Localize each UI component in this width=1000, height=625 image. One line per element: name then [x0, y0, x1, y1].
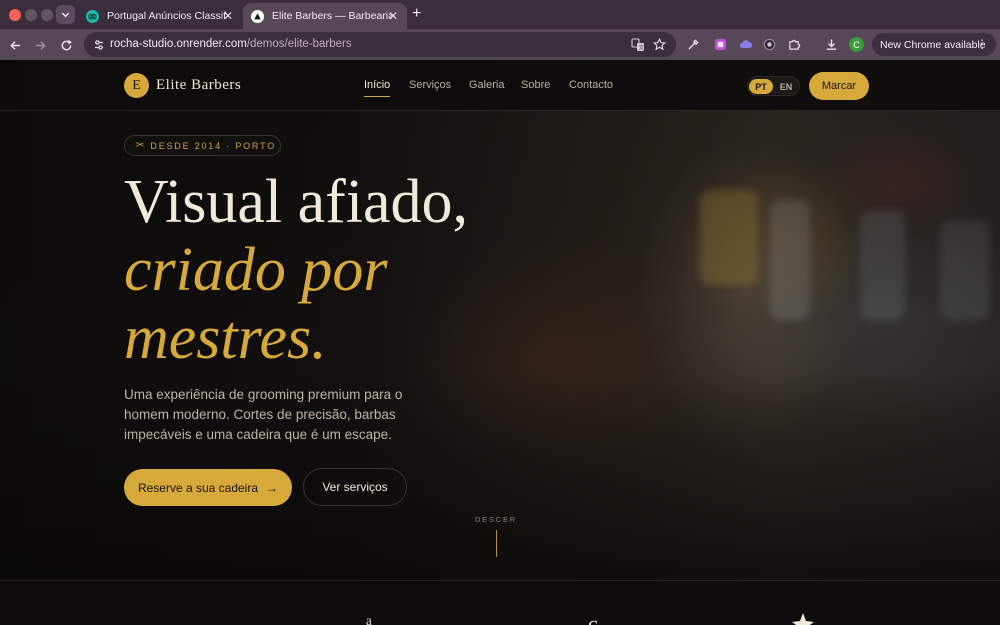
web-page: E Elite Barbers Início Serviços Galeria …: [0, 60, 1000, 625]
record-extension-icon[interactable]: [762, 37, 777, 52]
forward-button[interactable]: [32, 37, 48, 53]
features-strip: ᵃ ɕ: [0, 580, 1000, 625]
book-button[interactable]: Marcar: [809, 72, 869, 100]
back-button[interactable]: [7, 37, 23, 53]
update-label: New Chrome available: [880, 38, 986, 51]
close-window-button[interactable]: [9, 9, 21, 21]
scissors-icon: ✂: [136, 140, 145, 151]
site-header: E Elite Barbers Início Serviços Galeria …: [0, 60, 1000, 111]
hero-description: Uma experiência de grooming premium para…: [124, 387, 403, 442]
nav-link-galeria[interactable]: Galeria: [469, 79, 504, 91]
arrow-right-icon: [35, 40, 46, 50]
translate-icon[interactable]: 文: [630, 37, 645, 52]
ring-icon: [86, 9, 99, 23]
reserve-chair-label: Reserve a sua cadeira: [137, 480, 259, 495]
triangle-icon: [251, 9, 264, 23]
scroll-indicator-line: [496, 530, 497, 557]
reserve-chair-button[interactable]: Reserve a sua cadeira →: [124, 469, 292, 506]
close-icon[interactable]: ✕: [388, 10, 398, 22]
reload-icon: [61, 39, 72, 50]
star-icon: [788, 611, 818, 625]
view-services-button[interactable]: Ver serviços: [303, 468, 407, 506]
nav-link-inicio[interactable]: Início: [364, 79, 390, 91]
nav-link-sobre[interactable]: Sobre: [521, 79, 550, 91]
hero-headline-line1: Visual afiado,: [124, 168, 469, 236]
new-tab-button[interactable]: +: [412, 6, 421, 22]
chrome-update-button[interactable]: New Chrome available ⋮: [872, 33, 996, 56]
feature-icon: ɕ: [588, 611, 598, 625]
site-settings-icon[interactable]: [91, 37, 106, 52]
chevron-down-icon: [61, 12, 70, 18]
arrow-right-icon: →: [266, 480, 279, 495]
language-pt-button[interactable]: PT: [749, 79, 773, 94]
close-icon[interactable]: ✕: [223, 10, 233, 22]
active-nav-indicator: [364, 96, 390, 97]
hero-headline-line2: criado por: [124, 236, 388, 304]
color-picker-extension-icon[interactable]: [713, 37, 728, 52]
tab-title: Portugal Anúncios Classificados: [107, 10, 227, 22]
scroll-down-label[interactable]: DESCER: [470, 515, 522, 524]
url-host: rocha-studio.onrender.com: [110, 38, 247, 50]
nav-link-servicos[interactable]: Serviços: [409, 79, 451, 91]
eyebrow-badge: ✂ DESDE 2014 · PORTO: [124, 135, 281, 156]
cloud-extension-icon[interactable]: [738, 37, 753, 52]
star-icon[interactable]: [652, 37, 667, 52]
profile-avatar[interactable]: C: [849, 37, 864, 52]
minimize-window-button[interactable]: [25, 9, 37, 21]
eyebrow-text: DESDE 2014 · PORTO: [150, 140, 276, 151]
browser-toolbar: rocha-studio.onrender.com/demos/elite-ba…: [0, 29, 1000, 60]
puzzle-extensions-icon[interactable]: [787, 37, 802, 52]
language-switcher: PT EN: [747, 76, 800, 96]
nav-link-contacto[interactable]: Contacto: [569, 79, 613, 91]
feature-icon: ᵃ: [366, 611, 373, 625]
brand-logo[interactable]: E: [124, 73, 149, 98]
download-icon[interactable]: [824, 37, 839, 52]
tab-title: Elite Barbers — Barbearia de Luxo: [272, 10, 392, 22]
maximize-window-button[interactable]: [41, 9, 53, 21]
reload-button[interactable]: [58, 37, 74, 53]
url-path: /demos/elite-barbers: [246, 38, 352, 50]
browser-tab-bar: Portugal Anúncios Classificados ✕ Elite …: [0, 0, 1000, 29]
address-bar[interactable]: rocha-studio.onrender.com/demos/elite-ba…: [84, 32, 676, 57]
more-options-icon[interactable]: ⋮: [976, 37, 988, 51]
arrow-left-icon: [9, 40, 20, 50]
brand-name[interactable]: Elite Barbers: [156, 77, 241, 94]
hero-headline-line3: mestres.: [124, 304, 327, 372]
language-en-button[interactable]: EN: [774, 79, 798, 94]
tab-search-button[interactable]: [56, 5, 75, 24]
svg-text:文: 文: [638, 43, 644, 51]
browser-tab-elite-barbers[interactable]: Elite Barbers — Barbearia de Luxo ✕: [243, 3, 407, 29]
url-text: rocha-studio.onrender.com/demos/elite-ba…: [110, 38, 352, 50]
eyedropper-extension-icon[interactable]: [686, 37, 701, 52]
browser-tab-portugal-anuncios[interactable]: Portugal Anúncios Classificados ✕: [78, 3, 242, 29]
